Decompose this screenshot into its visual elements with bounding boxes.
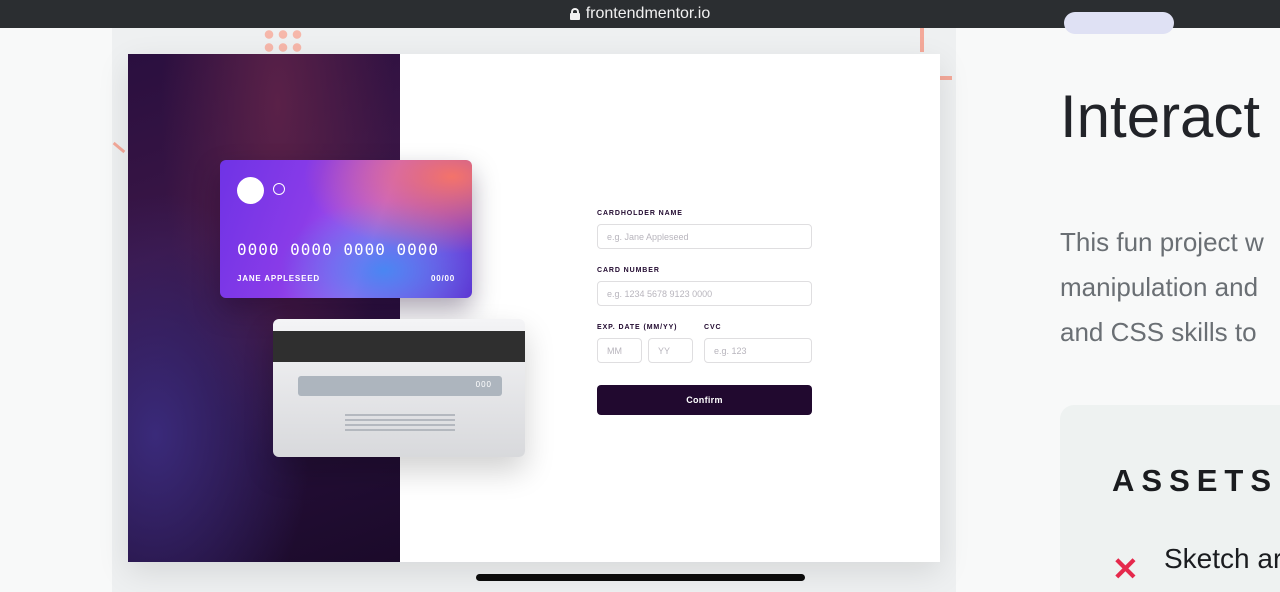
exp-month-input[interactable]: [597, 338, 642, 363]
signature-strip: 000: [298, 376, 502, 396]
exp-year-input[interactable]: [648, 338, 693, 363]
description-line: and CSS skills to: [1060, 317, 1257, 347]
assets-panel: ASSETS ✕ Sketch ar: [1060, 405, 1280, 592]
card-logo-ring-icon: [273, 183, 285, 195]
description-line: manipulation and: [1060, 272, 1259, 302]
home-indicator[interactable]: [476, 574, 805, 581]
card-number-display: 0000 0000 0000 0000: [237, 240, 440, 259]
card-cvc-display: 000: [475, 380, 492, 389]
page-title: Interact: [1060, 83, 1261, 150]
gradient-side-panel: [128, 54, 400, 562]
card-back-text-lines: [345, 414, 455, 432]
exp-date-label: EXP. DATE (MM/YY): [597, 324, 678, 331]
description-line: This fun project w: [1060, 227, 1264, 257]
confirm-button[interactable]: Confirm: [597, 385, 812, 415]
card-expiry-display: 00/00: [430, 274, 455, 283]
top-pill-button[interactable]: [1064, 12, 1174, 34]
card-back: 000: [273, 319, 525, 457]
card-logo-circle-icon: [237, 177, 264, 204]
cardholder-name-input[interactable]: [597, 224, 812, 249]
cross-icon: ✕: [1112, 551, 1139, 587]
card-number-label: CARD NUMBER: [597, 267, 660, 274]
card-number-input[interactable]: [597, 281, 812, 306]
asset-item-sketch[interactable]: Sketch ar: [1164, 543, 1280, 575]
lock-icon: [569, 8, 580, 20]
card-details-form: CARDHOLDER NAME CARD NUMBER EXP. DATE (M…: [597, 210, 812, 415]
cvc-label: CVC: [704, 324, 722, 331]
assets-title: ASSETS: [1112, 463, 1279, 498]
preview-screen: 0000 0000 0000 0000 JANE APPLESEED 00/00…: [128, 54, 940, 562]
dots-decoration: [262, 28, 306, 56]
decoration-line: [112, 141, 126, 154]
cvc-group: CVC: [704, 324, 812, 363]
card-front: 0000 0000 0000 0000 JANE APPLESEED 00/00: [220, 160, 472, 298]
decoration-line: [920, 28, 924, 52]
cvc-input[interactable]: [704, 338, 812, 363]
magnetic-strip: [273, 331, 525, 362]
url-text: frontendmentor.io: [585, 5, 711, 22]
cardholder-name-label: CARDHOLDER NAME: [597, 210, 683, 217]
card-holder-display: JANE APPLESEED: [237, 274, 320, 283]
decoration-line: [940, 76, 952, 80]
exp-date-group: EXP. DATE (MM/YY): [597, 324, 693, 363]
page-description: This fun project w manipulation and and …: [1060, 220, 1280, 355]
